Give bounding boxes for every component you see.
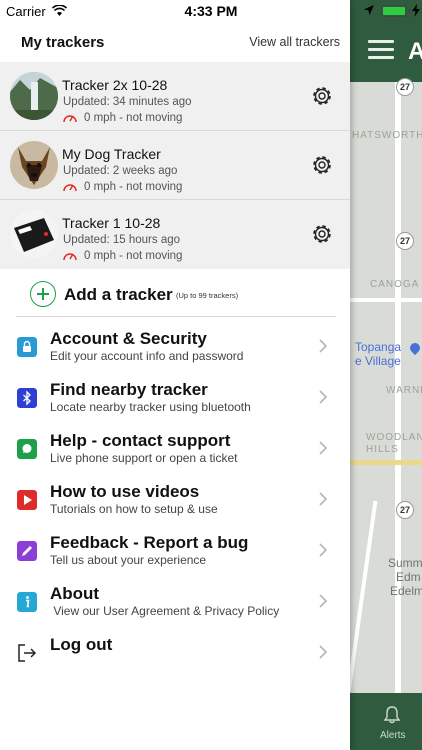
add-tracker-label: Add a tracker <box>64 285 173 304</box>
speedometer-icon <box>63 253 77 261</box>
tracker-avatar <box>10 141 58 189</box>
lock-icon <box>17 337 37 357</box>
menu-item-account-security[interactable]: Account & Security Edit your account inf… <box>0 327 350 377</box>
menu-item-about[interactable]: About View our User Agreement & Privacy … <box>0 582 350 632</box>
divider <box>16 316 336 317</box>
bell-icon[interactable] <box>382 705 402 725</box>
menu-item-subtitle: Locate nearby tracker using bluetooth <box>50 400 251 414</box>
plus-circle-icon <box>30 281 56 307</box>
menu-item-title: Find nearby tracker <box>50 380 208 399</box>
tracker-speed: 0 mph - not moving <box>84 181 183 193</box>
tracker-updated-time: Updated: 2 weeks ago <box>63 165 178 177</box>
speedometer-icon <box>63 184 77 192</box>
map-place-summit: Summ <box>388 556 422 570</box>
menu-item-find-nearby[interactable]: Find nearby tracker Locate nearby tracke… <box>0 378 350 428</box>
map-road <box>350 298 422 302</box>
tracker-avatar <box>10 210 58 258</box>
map-place-village: e Village <box>355 354 401 368</box>
logout-icon <box>18 644 37 662</box>
add-tracker-note: (Up to 99 trackers) <box>176 291 239 300</box>
tracker-name: My Dog Tracker <box>62 146 161 162</box>
map-place-edelm: Edelm <box>390 584 422 598</box>
menu-item-subtitle: Live phone support or open a ticket <box>50 451 238 465</box>
map-label-warner: WARNE <box>386 385 422 396</box>
map-header-title: A <box>408 38 422 65</box>
location-arrow-icon <box>364 5 374 15</box>
chevron-right-icon <box>319 594 328 608</box>
info-icon <box>17 592 37 612</box>
tracker-updated-time: Updated: 15 hours ago <box>63 234 181 246</box>
menu-item-title: Account & Security <box>50 329 207 348</box>
map-highway <box>350 460 422 465</box>
tracker-avatar <box>10 72 58 120</box>
tracker-device-photo-icon <box>10 210 58 258</box>
tracker-speed: 0 mph - not moving <box>84 112 183 124</box>
tracker-list: Tracker 2x 10-28 Updated: 34 minutes ago… <box>0 62 350 269</box>
speedometer-icon <box>63 115 77 123</box>
gear-icon[interactable] <box>309 83 335 109</box>
menu-item-subtitle: Edit your account info and password <box>50 349 244 363</box>
map-label-woodland: WOODLAND <box>366 432 422 443</box>
map-label-hills: HILLS <box>366 444 399 455</box>
menu-item-title: Log out <box>50 635 113 654</box>
menu-item-subtitle: Tell us about your experience <box>50 553 207 567</box>
battery-cap <box>408 9 410 13</box>
menu-item-title: Help - contact support <box>50 431 231 450</box>
highway-shield: 27 <box>396 78 414 96</box>
map-road <box>346 500 378 693</box>
chevron-right-icon <box>319 543 328 557</box>
add-tracker-button[interactable]: Add a tracker (Up to 99 trackers) <box>30 281 330 309</box>
menu-item-title: How to use videos <box>50 482 200 501</box>
status-bar: Carrier 4:33 PM <box>0 0 422 22</box>
tracker-speed: 0 mph - not moving <box>84 250 183 262</box>
clock-time: 4:33 PM <box>184 3 238 19</box>
highway-shield: 27 <box>396 232 414 250</box>
chevron-right-icon <box>319 441 328 455</box>
gear-icon[interactable] <box>309 152 335 178</box>
chevron-right-icon <box>319 492 328 506</box>
menu-item-feedback[interactable]: Feedback - Report a bug Tell us about yo… <box>0 531 350 581</box>
tracker-name: Tracker 2x 10-28 <box>62 77 168 93</box>
tracker-row[interactable]: My Dog Tracker Updated: 2 weeks ago 0 mp… <box>0 131 350 200</box>
dog-photo-icon <box>10 141 58 189</box>
menu-item-help-support[interactable]: Help - contact support Live phone suppor… <box>0 429 350 479</box>
chevron-right-icon <box>319 645 328 659</box>
battery-icon <box>381 5 407 17</box>
map-place-topanga: Topanga <box>355 340 402 354</box>
highway-shield: 27 <box>396 501 414 519</box>
chevron-right-icon <box>319 390 328 404</box>
chat-icon <box>17 439 37 459</box>
play-icon <box>17 490 37 510</box>
menu-item-how-to-videos[interactable]: How to use videos Tutorials on how to se… <box>0 480 350 530</box>
view-all-trackers-link[interactable]: View all trackers <box>249 35 340 49</box>
tracker-row[interactable]: Tracker 2x 10-28 Updated: 34 minutes ago… <box>0 62 350 131</box>
drawer-header: My trackers View all trackers <box>0 22 350 62</box>
map-label-canoga-park: CANOGA P <box>370 279 422 290</box>
map-label-chatsworth: HATSWORTH <box>352 130 422 141</box>
my-trackers-title: My trackers <box>21 34 105 51</box>
hamburger-menu-icon[interactable] <box>368 40 394 60</box>
charging-bolt-icon <box>412 4 420 17</box>
map-pin-icon <box>407 340 422 356</box>
bluetooth-icon <box>17 388 37 408</box>
menu-item-log-out[interactable]: Log out <box>0 633 350 683</box>
tracker-updated-time: Updated: 34 minutes ago <box>63 96 192 108</box>
alerts-tab-label[interactable]: Alerts <box>380 730 406 741</box>
side-drawer: My trackers View all trackers Tracker 2x… <box>0 0 350 750</box>
chevron-right-icon <box>319 339 328 353</box>
map-place-edm: Edm <box>396 570 421 584</box>
menu-item-subtitle: View our User Agreement & Privacy Policy <box>50 604 280 618</box>
gear-icon[interactable] <box>309 221 335 247</box>
menu-item-title: About <box>50 584 100 603</box>
tracker-name: Tracker 1 10-28 <box>62 215 161 231</box>
waterfall-photo-icon <box>10 72 58 120</box>
tracker-row[interactable]: Tracker 1 10-28 Updated: 15 hours ago 0 … <box>0 200 350 269</box>
pencil-icon <box>17 541 37 561</box>
menu-item-title: Feedback - Report a bug <box>50 533 249 552</box>
menu-item-subtitle: Tutorials on how to setup & use <box>50 502 218 516</box>
